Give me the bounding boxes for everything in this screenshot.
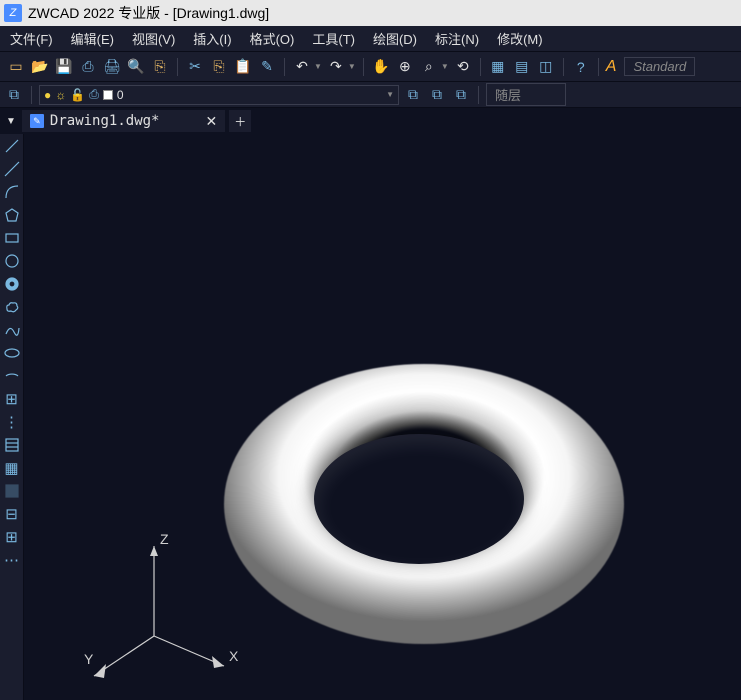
design-center-icon[interactable]: ▤ — [512, 57, 532, 77]
copy-icon[interactable]: ⎘ — [209, 57, 229, 77]
tab-add-button[interactable]: ＋ — [229, 110, 251, 132]
region-icon[interactable] — [2, 481, 22, 501]
torus-hole — [314, 434, 524, 564]
document-tabs: ▼ ✎ Drawing1.dwg* ✕ ＋ — [0, 108, 741, 134]
revcloud-icon[interactable] — [2, 297, 22, 317]
menu-edit[interactable]: 编辑(E) — [71, 29, 114, 48]
layer-prev-icon[interactable]: ⧉ — [403, 85, 423, 105]
layer-name: 0 — [117, 88, 124, 102]
layer-manager-icon[interactable]: ⧉ — [4, 85, 24, 105]
style-combo[interactable]: Standard — [624, 57, 695, 76]
zoom-realtime-icon[interactable]: ⊕ — [395, 57, 415, 77]
plot-layer-icon: ⎙ — [89, 87, 99, 102]
menu-dim[interactable]: 标注(N) — [435, 29, 479, 48]
layer-state-icon[interactable]: ⧉ — [427, 85, 447, 105]
new-icon[interactable]: ▭ — [6, 57, 26, 77]
app-icon: Z — [4, 4, 22, 22]
zoom-previous-icon[interactable]: ⟲ — [453, 57, 473, 77]
color-swatch-icon — [103, 90, 113, 100]
drawing-viewport[interactable]: Z X Y — [24, 134, 741, 700]
dwg-icon: ✎ — [30, 114, 44, 128]
tab-close-icon[interactable]: ✕ — [205, 113, 217, 130]
menu-file[interactable]: 文件(F) — [10, 29, 53, 48]
undo-dropdown[interactable]: ▼ — [314, 62, 322, 71]
axis-x-label: X — [229, 648, 239, 664]
zoom-dropdown[interactable]: ▼ — [441, 62, 449, 71]
layer-combo[interactable]: ● ☼ 🔓 ⎙ 0 ▼ — [39, 85, 399, 105]
arc-icon[interactable] — [2, 182, 22, 202]
pan-icon[interactable]: ✋ — [371, 57, 391, 77]
block-insert-icon[interactable]: ⊞ — [2, 389, 22, 409]
layer-iso-icon[interactable]: ⧉ — [451, 85, 471, 105]
matchprop-icon[interactable]: ✎ — [257, 57, 277, 77]
line-icon[interactable] — [2, 136, 22, 156]
menu-tools[interactable]: 工具(T) — [312, 29, 355, 48]
save-icon[interactable]: 💾 — [54, 57, 74, 77]
tab-name: Drawing1.dwg* — [50, 113, 160, 129]
hatch-icon[interactable] — [2, 435, 22, 455]
circle-icon[interactable] — [2, 251, 22, 271]
zoom-window-icon[interactable]: ⌕ — [419, 57, 439, 77]
menu-modify[interactable]: 修改(M) — [497, 29, 543, 48]
rectangle-icon[interactable] — [2, 228, 22, 248]
menubar: 文件(F) 编辑(E) 视图(V) 插入(I) 格式(O) 工具(T) 绘图(D… — [0, 26, 741, 52]
point-icon[interactable]: ⋮ — [2, 412, 22, 432]
grid-icon[interactable]: ⊞ — [2, 527, 22, 547]
ellipse-icon[interactable] — [2, 343, 22, 363]
redo-icon[interactable]: ↷ — [326, 57, 346, 77]
menu-view[interactable]: 视图(V) — [132, 29, 175, 48]
help-icon[interactable]: ? — [571, 57, 591, 77]
dropdown-arrow-icon[interactable]: ▼ — [386, 90, 394, 99]
tool-palettes-icon[interactable]: ◫ — [536, 57, 556, 77]
donut-icon[interactable] — [2, 274, 22, 294]
ellipse-arc-icon[interactable] — [2, 366, 22, 386]
sun-icon: ☼ — [55, 88, 66, 102]
document-tab[interactable]: ✎ Drawing1.dwg* ✕ — [22, 110, 225, 132]
saveall-icon[interactable]: ⎙ — [78, 57, 98, 77]
publish-icon[interactable]: ⎘ — [150, 57, 170, 77]
menu-draw[interactable]: 绘图(D) — [373, 29, 417, 48]
main-area: ⊞ ⋮ ▦ ⊟ ⊞ ⋯ Z X Y — [0, 134, 741, 700]
axis-z-label: Z — [160, 531, 169, 547]
axis-y-label: Y — [84, 651, 94, 667]
titlebar: Z ZWCAD 2022 专业版 - [Drawing1.dwg] — [0, 0, 741, 26]
open-icon[interactable]: 📂 — [30, 57, 50, 77]
menu-insert[interactable]: 插入(I) — [193, 29, 231, 48]
redo-dropdown[interactable]: ▼ — [348, 62, 356, 71]
layers-toolbar: ⧉ ● ☼ 🔓 ⎙ 0 ▼ ⧉ ⧉ ⧉ 随层 — [0, 82, 741, 108]
lock-icon: 🔓 — [70, 88, 85, 102]
app-title: ZWCAD 2022 专业版 - [Drawing1.dwg] — [28, 3, 269, 23]
menu-format[interactable]: 格式(O) — [250, 29, 295, 48]
spline-icon[interactable] — [2, 320, 22, 340]
preview-icon[interactable]: 🔍 — [126, 57, 146, 77]
textstyle-icon[interactable]: A — [606, 58, 617, 76]
draw-toolbar: ⊞ ⋮ ▦ ⊟ ⊞ ⋯ — [0, 134, 24, 700]
undo-icon[interactable]: ↶ — [292, 57, 312, 77]
xline-icon[interactable] — [2, 159, 22, 179]
paste-icon[interactable]: 📋 — [233, 57, 253, 77]
ucs-axes: Z X Y — [84, 526, 254, 696]
bulb-icon: ● — [44, 88, 51, 102]
more-icon[interactable]: ⋯ — [2, 550, 22, 570]
plot-icon[interactable]: 🖨 — [102, 57, 122, 77]
gradient-icon[interactable]: ▦ — [2, 458, 22, 478]
standard-toolbar: ▭ 📂 💾 ⎙ 🖨 🔍 ⎘ ✂ ⎘ 📋 ✎ ↶ ▼ ↷ ▼ ✋ ⊕ ⌕ ▼ ⟲ … — [0, 52, 741, 82]
tab-menu-icon[interactable]: ▼ — [6, 116, 16, 127]
table-icon[interactable]: ⊟ — [2, 504, 22, 524]
polygon-icon[interactable] — [2, 205, 22, 225]
bylayer-combo[interactable]: 随层 — [486, 83, 566, 106]
properties-icon[interactable]: ▦ — [488, 57, 508, 77]
cut-icon[interactable]: ✂ — [185, 57, 205, 77]
